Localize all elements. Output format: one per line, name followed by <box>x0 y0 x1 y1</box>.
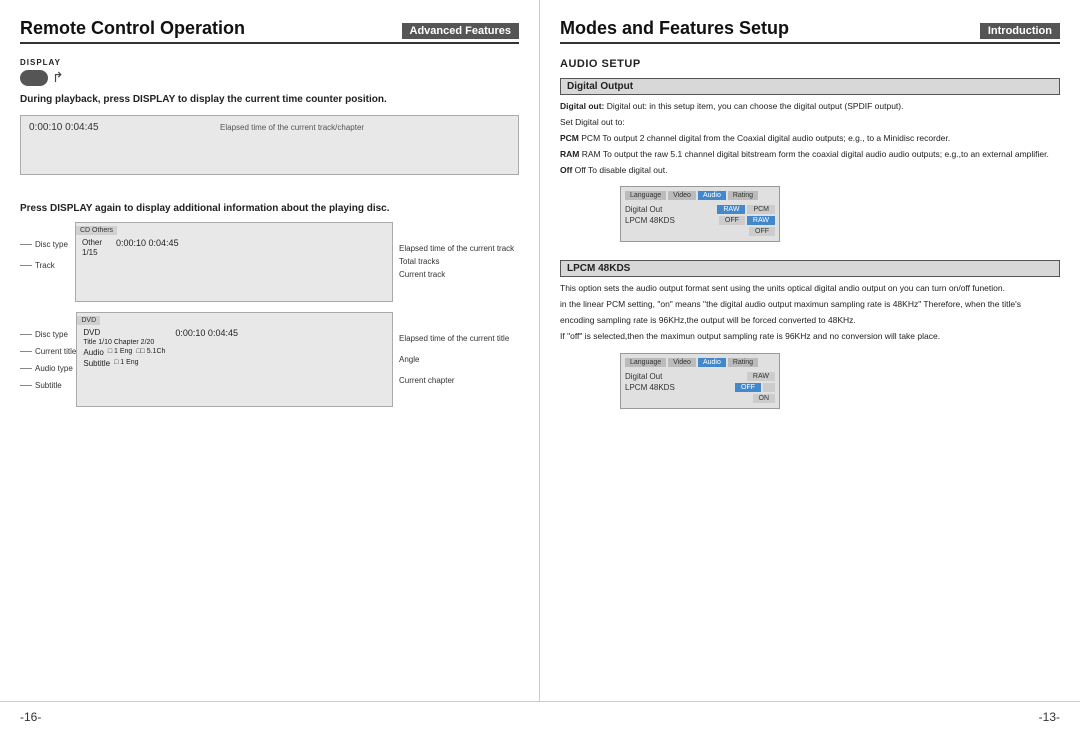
left-page-number: -16- <box>20 710 41 724</box>
disc2-tab: DVD <box>77 316 100 325</box>
disc1-type-label: Disc type <box>20 240 75 249</box>
disc2-box: DVD DVD Title 1/10 Chapter 2/20 Audio □ … <box>76 312 393 407</box>
disc2-subtitle-val: Subtitle <box>83 359 110 368</box>
right-title: Modes and Features Setup <box>560 18 789 39</box>
disc2-type-label: Disc type <box>20 330 76 339</box>
menu2-raw-val: RAW <box>747 372 775 381</box>
display-button-icon <box>20 70 48 86</box>
disc2-type-val: DVD <box>83 328 165 337</box>
remote-icon-group: ↱ <box>20 69 519 86</box>
disc2-container: Disc type Current title Audio type Subti… <box>20 312 519 407</box>
digital-output-menu: Language Video Audio Rating Digital Out … <box>620 186 780 242</box>
disc2-ch-val: □□ 5.1Ch <box>136 348 165 357</box>
menu1-tab-rating: Rating <box>728 191 758 200</box>
lpcm-desc2: in the linear PCM setting, "on" means "t… <box>560 299 1060 311</box>
left-section: Remote Control Operation Advanced Featur… <box>0 0 540 701</box>
menu2-tab-language: Language <box>625 358 666 367</box>
disc1-tab: CD Others <box>76 226 117 235</box>
menu1-tabs: Language Video Audio Rating <box>625 191 775 200</box>
menu2-off-val: OFF <box>735 383 761 392</box>
disc2-title-val: Title 1/10 Chapter 2/20 <box>83 339 165 346</box>
disc2-chapter: Current chapter <box>399 376 519 385</box>
menu2-row2: LPCM 48KDS OFF <box>625 382 775 393</box>
menu1-row3: OFF <box>625 226 775 237</box>
menu1-pcm-val: PCM <box>747 205 775 214</box>
digital-output-label: Digital Output <box>560 78 1060 95</box>
elapsed-label: Elapsed time of the current track/chapte… <box>220 123 527 132</box>
off-desc: Off Off To disable digital out. <box>560 165 1060 177</box>
disc1-elapsed: Elapsed time of the current track <box>399 244 519 253</box>
disc2-labels-right: Elapsed time of the current title Angle … <box>399 312 519 385</box>
disc1-total: Total tracks <box>399 257 519 266</box>
disc1-track-label: Track <box>20 261 75 270</box>
audio-setup-title: AUDIO SETUP <box>560 58 1060 70</box>
pcm-desc: PCM PCM To output 2 channel digital from… <box>560 133 1060 145</box>
lpcm-label: LPCM 48KDS <box>560 260 1060 277</box>
menu2-tab-rating: Rating <box>728 358 758 367</box>
disc2-subtitle-row: Subtitle □ 1 Eng <box>83 359 165 368</box>
menu1-row2: LPCM 48KDS OFF RAW <box>625 215 775 226</box>
page-footer: -16- -13- <box>0 701 1080 732</box>
menu1-tab-video: Video <box>668 191 696 200</box>
menu1-off-val: OFF <box>719 216 745 225</box>
disc1-box: CD Others Other 1/15 0:00:10 0:04:45 <box>75 222 393 302</box>
digital-out-bold: Digital out: <box>560 101 604 111</box>
disc1-current: Current track <box>399 270 519 279</box>
digital-output-intro: Digital out: Digital out: in this setup … <box>560 101 1060 113</box>
menu2-row1: Digital Out RAW <box>625 371 775 382</box>
menu2-lpcm-label: LPCM 48KDS <box>625 383 675 392</box>
left-badge: Advanced Features <box>402 23 519 39</box>
page-container: Remote Control Operation Advanced Featur… <box>0 0 1080 701</box>
disc1-container: Disc type Track CD Others Other 1/15 0:0… <box>20 222 519 302</box>
menu1-digital-out-label: Digital Out <box>625 205 662 214</box>
right-badge: Introduction <box>980 23 1060 39</box>
disc2-audio-val: Audio <box>83 348 103 357</box>
menu1-tab-language: Language <box>625 191 666 200</box>
lpcm-desc1: This option sets the audio output format… <box>560 283 1060 295</box>
instruction2: Press DISPLAY again to display additiona… <box>20 203 519 214</box>
disc2-eng-val: □ 1 Eng <box>108 348 132 357</box>
left-header: Remote Control Operation Advanced Featur… <box>20 18 519 44</box>
disc1-track-val: 1/15 <box>82 248 102 257</box>
menu1-raw2-val: RAW <box>747 216 775 225</box>
display-label: DISPLAY <box>20 58 519 67</box>
menu2-tabs: Language Video Audio Rating <box>625 358 775 367</box>
menu1-off2-val: OFF <box>749 227 775 236</box>
disc2-time: 0:00:10 0:04:45 <box>175 328 238 338</box>
disc2-audio-row: Audio □ 1 Eng □□ 5.1Ch <box>83 348 165 357</box>
menu2-empty-val <box>763 383 775 392</box>
disc1-labels-left: Disc type Track <box>20 222 75 270</box>
disc2-elapsed: Elapsed time of the current title <box>399 334 519 343</box>
lpcm-menu: Language Video Audio Rating Digital Out … <box>620 353 780 409</box>
right-section: Modes and Features Setup Introduction AU… <box>540 0 1080 701</box>
menu1-row1: Digital Out RAW PCM <box>625 204 775 215</box>
disc2-subtitle-label: Subtitle <box>20 381 76 390</box>
set-digital-label: Set Digital out to: <box>560 117 1060 129</box>
menu2-row3: ON <box>625 393 775 404</box>
menu1-tab-audio: Audio <box>698 191 726 200</box>
left-title: Remote Control Operation <box>20 18 245 39</box>
menu2-on-val: ON <box>753 394 776 403</box>
right-page-number: -13- <box>1039 710 1060 724</box>
arrow-icon: ↱ <box>52 69 64 86</box>
menu2-tab-video: Video <box>668 358 696 367</box>
disc2-angle: Angle <box>399 355 519 364</box>
lpcm-desc4: If "off" is selected,then the maximun ou… <box>560 331 1060 343</box>
instruction1: During playback, press DISPLAY to displa… <box>20 94 519 105</box>
right-header: Modes and Features Setup Introduction <box>560 18 1060 44</box>
disc1-type-val: Other <box>82 238 102 247</box>
menu1-raw-val: RAW <box>717 205 745 214</box>
menu2-tab-audio: Audio <box>698 358 726 367</box>
disc2-labels-left: Disc type Current title Audio type Subti… <box>20 312 76 390</box>
disc1-labels-right: Elapsed time of the current track Total … <box>399 222 519 279</box>
disc2-current-title-label: Current title <box>20 347 76 356</box>
disc2-audio-label: Audio type <box>20 364 76 373</box>
lpcm-desc3: encoding sampling rate is 96KHz,the outp… <box>560 315 1060 327</box>
disc1-time: 0:00:10 0:04:45 <box>116 238 179 248</box>
menu1-lpcm-label: LPCM 48KDS <box>625 216 675 225</box>
disc2-sub-eng-val: □ 1 Eng <box>114 359 138 368</box>
raw-desc: RAM RAM To output the raw 5.1 channel di… <box>560 149 1060 161</box>
menu2-digital-out-label: Digital Out <box>625 372 662 381</box>
